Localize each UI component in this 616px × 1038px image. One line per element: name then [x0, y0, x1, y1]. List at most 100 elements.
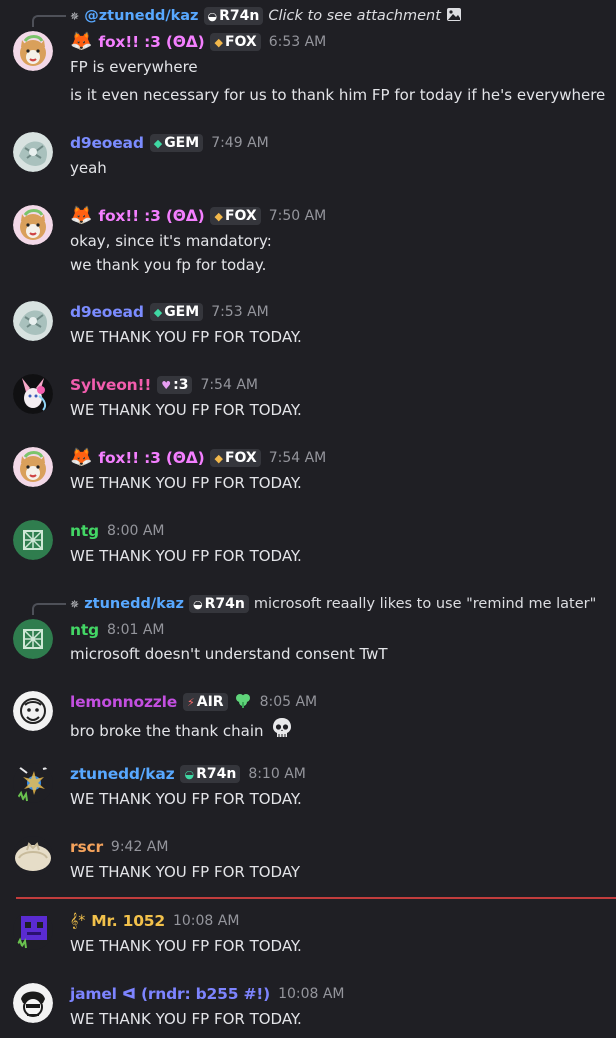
timestamp[interactable]: 6:53 AM	[269, 34, 327, 50]
timestamp[interactable]: 8:05 AM	[260, 694, 318, 710]
reply-author[interactable]: @ztunedd/kaz	[84, 8, 198, 24]
username[interactable]: ntg	[70, 621, 99, 639]
message-text: bro broke the thank chain	[70, 722, 264, 740]
timestamp[interactable]: 7:50 AM	[269, 208, 327, 224]
guild-tag-badge[interactable]: ◒ R74n	[180, 765, 241, 783]
message-text: WE THANK YOU FP FOR TODAY.	[70, 937, 302, 955]
reply-text[interactable]: Click to see attachment	[268, 8, 441, 24]
clan-badge-icon: ◒	[184, 767, 195, 781]
reply-tag-badge: ◒ R74n	[189, 595, 249, 613]
username[interactable]: lemonnozzle	[70, 693, 177, 711]
avatar[interactable]	[13, 132, 53, 172]
shield-icon: ◆	[214, 35, 223, 49]
username[interactable]: Sylveon!!	[70, 376, 151, 394]
avatar[interactable]	[13, 983, 53, 1023]
message-header: 🦊 fox!! :3 (ΘΔ) ◆ FOX 6:53 AM	[70, 31, 326, 53]
guild-tag-badge[interactable]: ⚡ AIR	[183, 693, 228, 711]
clan-badge-icon: ◒	[193, 597, 203, 611]
reply-connector	[32, 603, 66, 615]
message-text: microsoft doesn't understand consent TwT	[70, 645, 388, 663]
reply-text[interactable]: microsoft reaally likes to use "remind m…	[254, 596, 596, 612]
gem-icon: ◆	[153, 305, 163, 319]
username[interactable]: ztunedd/kaz	[70, 765, 175, 783]
message-text: FP is everywhere	[70, 58, 198, 76]
reply-preview[interactable]: ✵ @ztunedd/kaz ◒ R74n Click to see attach…	[70, 6, 462, 26]
gem-icon: ◆	[153, 136, 163, 150]
fox-icon: 🦊	[70, 205, 93, 226]
message-header: rscr 9:42 AM	[70, 836, 168, 858]
message-text: WE THANK YOU FP FOR TODAY.	[70, 328, 302, 346]
timestamp[interactable]: 7:49 AM	[211, 135, 269, 151]
message-text: okay, since it's mandatory:	[70, 232, 272, 250]
message-text: we thank you fp for today.	[70, 256, 267, 274]
username[interactable]: d9eoead	[70, 134, 144, 152]
message-header: d9eoead ◆ GEM 7:49 AM	[70, 132, 269, 154]
timestamp[interactable]: 7:54 AM	[269, 450, 327, 466]
username[interactable]: rscr	[70, 838, 103, 856]
message-header: jamel ᐊ (rndr: b255 #!) 10:08 AM	[70, 983, 345, 1005]
timestamp[interactable]: 8:10 AM	[248, 766, 306, 782]
username[interactable]: fox!! :3 (ΘΔ)	[98, 449, 204, 467]
heart-icon: ♥	[161, 378, 172, 392]
timestamp[interactable]: 9:42 AM	[111, 839, 169, 855]
chat-message-list: ✵ @ztunedd/kaz ◒ R74n Click to see attach…	[0, 0, 616, 1038]
timestamp[interactable]: 8:01 AM	[107, 622, 165, 638]
skull-icon	[270, 716, 294, 746]
reply-avatar-icon: ✵	[70, 597, 80, 611]
message-text: WE THANK YOU FP FOR TODAY.	[70, 474, 302, 492]
fox-icon: 🦊	[70, 447, 93, 468]
guild-tag-badge[interactable]: ◆ FOX	[210, 449, 261, 467]
message-text: WE THANK YOU FP FOR TODAY	[70, 863, 301, 881]
message-text: WE THANK YOU FP FOR TODAY.	[70, 1010, 302, 1028]
avatar[interactable]	[13, 910, 53, 950]
avatar[interactable]	[13, 31, 53, 71]
reply-author[interactable]: ztunedd/kaz	[84, 596, 184, 612]
message-text: WE THANK YOU FP FOR TODAY.	[70, 790, 302, 808]
new-messages-divider	[16, 897, 616, 899]
timestamp[interactable]: 7:54 AM	[200, 377, 258, 393]
guild-tag-badge[interactable]: ◆ GEM	[149, 134, 204, 152]
avatar[interactable]	[13, 374, 53, 414]
reply-preview[interactable]: ✵ ztunedd/kaz ◒ R74n microsoft reaally li…	[70, 594, 596, 614]
message-text: is it even necessary for us to thank him…	[70, 86, 606, 104]
message-text: WE THANK YOU FP FOR TODAY.	[70, 401, 302, 419]
message-text-row: bro broke the thank chain	[70, 716, 294, 746]
message-header: ntg 8:01 AM	[70, 619, 165, 641]
username[interactable]: fox!! :3 (ΘΔ)	[98, 207, 204, 225]
shield-icon: ◆	[214, 209, 223, 223]
message-header: ntg 8:00 AM	[70, 520, 165, 542]
message-header: ztunedd/kaz ◒ R74n 8:10 AM	[70, 763, 306, 785]
username[interactable]: fox!! :3 (ΘΔ)	[98, 33, 204, 51]
username[interactable]: Mr. 1052	[91, 912, 165, 930]
avatar[interactable]	[13, 301, 53, 341]
message-header: 🦊 fox!! :3 (ΘΔ) ◆ FOX 7:54 AM	[70, 447, 326, 469]
music-symbol-icon: 𝄞*	[70, 913, 86, 929]
timestamp[interactable]: 10:08 AM	[278, 986, 344, 1002]
avatar[interactable]	[13, 691, 53, 731]
reply-avatar-icon: ✵	[70, 9, 80, 23]
avatar[interactable]	[13, 619, 53, 659]
avatar[interactable]	[13, 447, 53, 487]
message-text: WE THANK YOU FP FOR TODAY.	[70, 547, 302, 565]
avatar[interactable]	[13, 836, 53, 876]
timestamp[interactable]: 7:53 AM	[211, 304, 269, 320]
clan-badge-icon: ◒	[207, 9, 218, 23]
guild-tag-badge[interactable]: ◆ FOX	[210, 33, 261, 51]
username[interactable]: ntg	[70, 522, 99, 540]
avatar[interactable]	[13, 763, 53, 803]
username[interactable]: d9eoead	[70, 303, 144, 321]
message-header: Sylveon!! ♥:3 7:54 AM	[70, 374, 258, 396]
guild-tag-badge[interactable]: ◆ GEM	[149, 303, 204, 321]
lightning-icon: ⚡	[187, 695, 195, 709]
message-text: yeah	[70, 159, 107, 177]
image-attachment-icon	[446, 7, 462, 26]
clover-icon	[234, 692, 252, 712]
guild-tag-badge[interactable]: ♥:3	[157, 376, 193, 394]
username[interactable]: jamel ᐊ (rndr: b255 #!)	[70, 985, 270, 1003]
avatar[interactable]	[13, 520, 53, 560]
avatar[interactable]	[13, 205, 53, 245]
timestamp[interactable]: 10:08 AM	[173, 913, 239, 929]
message-header: lemonnozzle ⚡ AIR 8:05 AM	[70, 691, 317, 713]
guild-tag-badge[interactable]: ◆ FOX	[210, 207, 261, 225]
timestamp[interactable]: 8:00 AM	[107, 523, 165, 539]
